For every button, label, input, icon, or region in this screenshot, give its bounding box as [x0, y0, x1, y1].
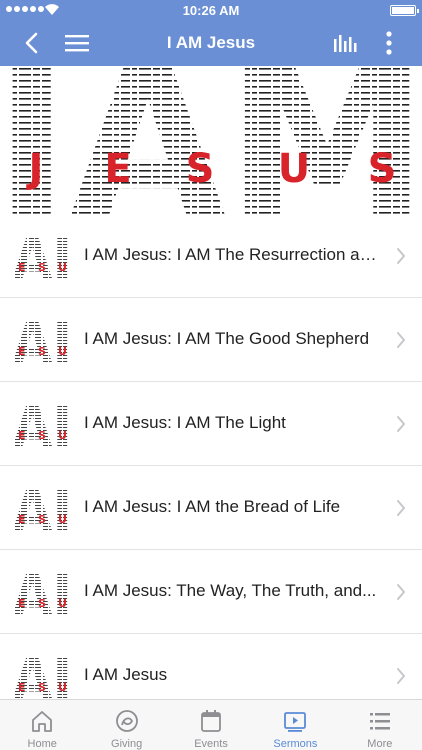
sermon-title: I AM Jesus: I AM the Bread of Life [84, 497, 341, 516]
sermon-thumbnail: AIE S U [14, 399, 70, 449]
thumbnail-red-letter: E [18, 429, 26, 442]
thumbnail-red-letter: E [18, 261, 26, 274]
tab-more[interactable]: More [338, 700, 422, 750]
thumbnail-red-letter: S [38, 261, 46, 274]
tab-label: Sermons [273, 738, 318, 750]
banner-red-letter: U [278, 146, 310, 192]
tab-label: Home [27, 738, 57, 750]
vertical-ellipsis-icon [386, 31, 392, 55]
tab-label: Events [194, 738, 228, 750]
chevron-right-icon [397, 584, 405, 600]
status-bar: 10:26 AM [0, 0, 422, 20]
sermon-thumbnail: AIE S U [14, 567, 70, 617]
thumbnail-red-letter: S [38, 345, 46, 358]
chevron-right-icon [397, 332, 405, 348]
chevron-right-icon [397, 500, 405, 516]
more-list-icon [369, 713, 390, 730]
thumbnail-red-letter: U [58, 597, 67, 610]
tab-bar: Home Giving Events Sermons More [0, 699, 422, 750]
sermon-list-item[interactable]: AI E S U I AM Jesus: I AM The Resurrection a… [0, 214, 422, 298]
thumbnail-red-letter: E [18, 345, 26, 358]
sermon-title: I AM Jesus: I AM The Resurrection an... [84, 245, 382, 264]
sermon-title: I AM Jesus: The Way, The Truth, and... [84, 581, 377, 600]
thumbnail-red-letter: U [58, 513, 67, 526]
thumbnail-red-letter: S [38, 429, 46, 442]
tab-giving[interactable]: Giving [84, 700, 168, 750]
sermon-list: AI E S U I AM Jesus: I AM The Resurrection a… [0, 214, 422, 718]
sermon-thumbnail: AIE S U [14, 483, 70, 533]
sermon-title: I AM Jesus: I AM The Good Shepherd [84, 329, 370, 348]
sermon-title: I AM Jesus: I AM The Light [84, 413, 286, 432]
tab-label: Giving [111, 738, 143, 750]
calendar-icon [201, 710, 221, 732]
tab-events[interactable]: Events [169, 700, 253, 750]
thumbnail-red-letter: U [58, 261, 67, 274]
home-icon [32, 711, 53, 732]
banner-red-letter: E [104, 146, 131, 192]
sermon-list-item[interactable]: AI E S U I AM Jesus: I AM The Good Shepherd [0, 298, 422, 382]
tab-sermons[interactable]: Sermons [253, 700, 337, 750]
chevron-right-icon [397, 416, 405, 432]
chevron-right-icon [397, 668, 405, 684]
tab-home[interactable]: Home [0, 700, 84, 750]
sermon-list-item[interactable]: AI E S U I AM Jesus: The Way, The Truth, and… [0, 550, 422, 634]
chevron-right-icon [397, 248, 405, 264]
series-banner-art: IAM JESUS [0, 66, 422, 214]
battery-icon [390, 5, 419, 16]
thumbnail-red-letter: U [58, 345, 67, 358]
banner-red-letter: S [368, 146, 397, 192]
thumbnail-red-letter: U [58, 429, 67, 442]
sermon-title: I AM Jesus [84, 665, 168, 684]
thumbnail-red-letter: S [38, 681, 46, 694]
thumbnail-red-letter: E [18, 513, 26, 526]
thumbnail-red-letter: E [18, 681, 26, 694]
status-time: 10:26 AM [182, 3, 240, 18]
banner-red-letter: J [26, 146, 44, 192]
thumbnail-red-letter: S [38, 513, 46, 526]
more-options-button[interactable] [372, 20, 406, 66]
tab-label: More [367, 738, 393, 750]
series-banner-image: IAM JESUS [0, 66, 422, 214]
sermon-thumbnail: AIE S U [14, 315, 70, 365]
sermon-thumbnail: AIE S U [14, 651, 70, 701]
sermon-thumbnail: AIE S U [14, 231, 70, 281]
giving-icon [115, 710, 138, 732]
bar-chart-icon [334, 35, 357, 52]
thumbnail-red-letter: U [58, 681, 67, 694]
sermons-icon [284, 712, 307, 732]
audio-levels-button[interactable] [328, 20, 362, 66]
banner-red-letter: S [186, 146, 215, 192]
navigation-bar: I AM Jesus [0, 20, 422, 66]
sermon-list-item[interactable]: AI E S U I AM Jesus: I AM The Light [0, 382, 422, 466]
thumbnail-red-letter: S [38, 597, 46, 610]
sermon-list-item[interactable]: AI E S U I AM Jesus: I AM the Bread of Life [0, 466, 422, 550]
thumbnail-red-letter: E [18, 597, 26, 610]
